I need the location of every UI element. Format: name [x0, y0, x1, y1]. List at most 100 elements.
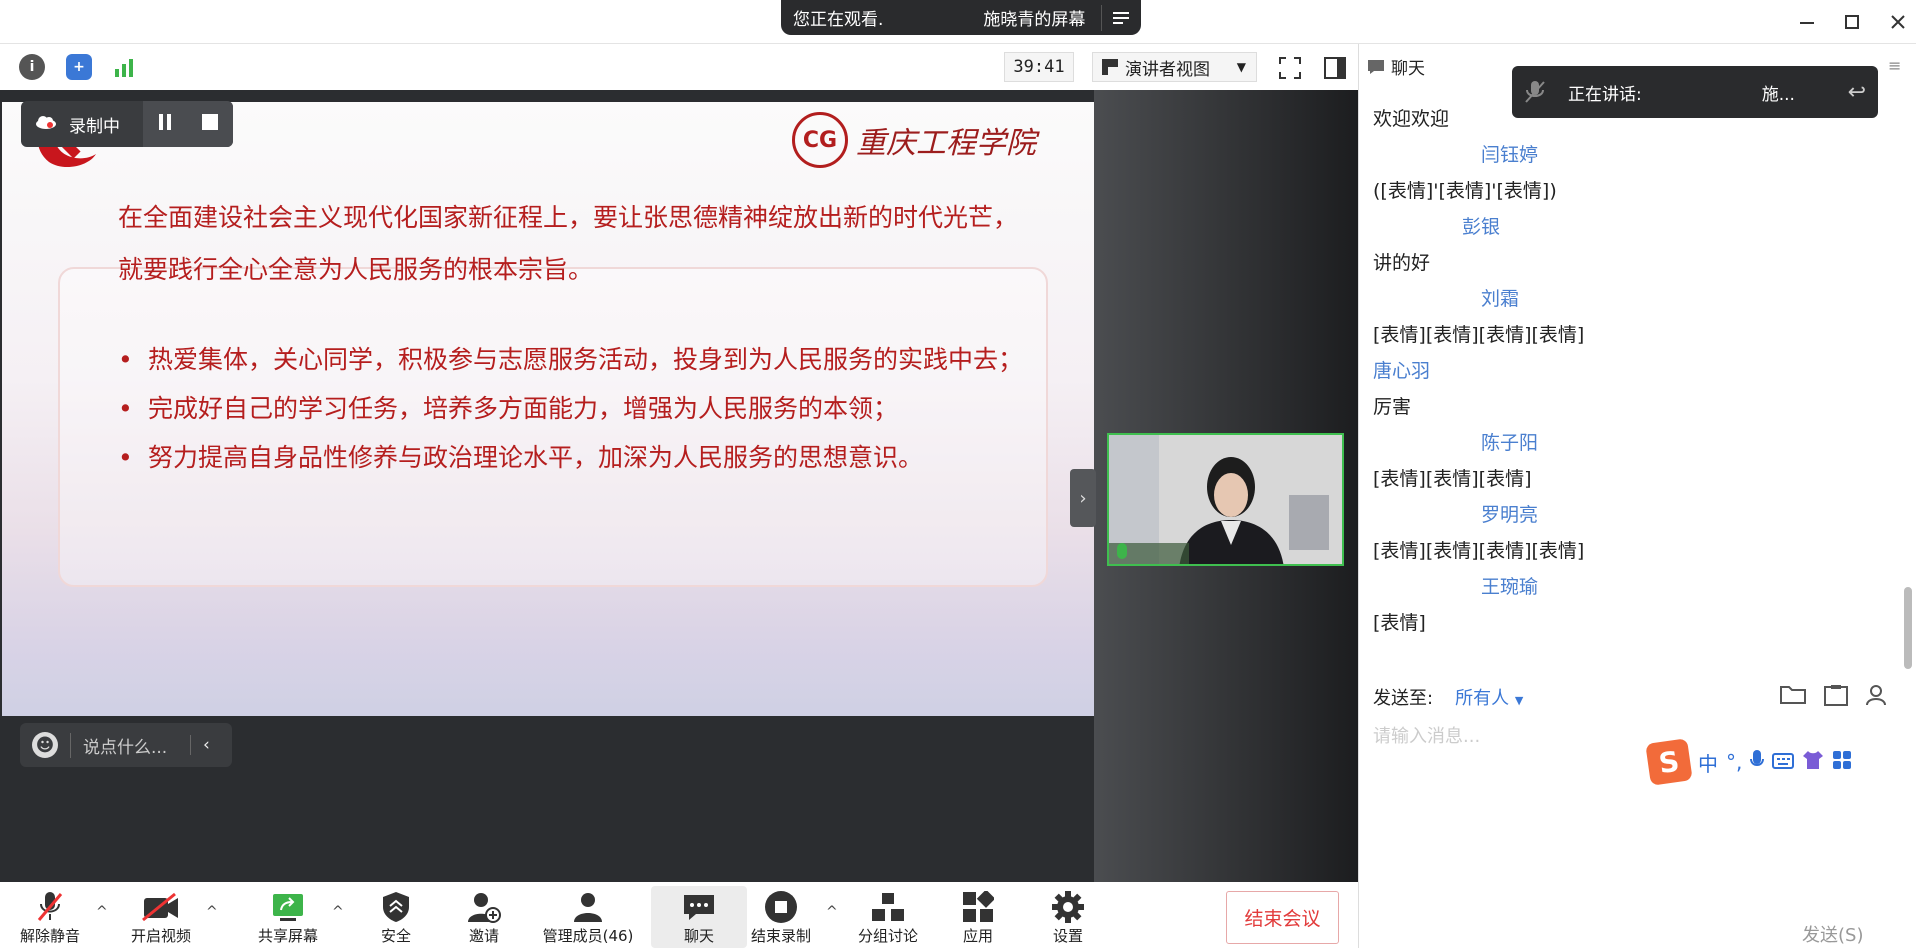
layout-icon [1102, 59, 1118, 75]
end-meeting-button[interactable]: 结束会议 [1226, 891, 1339, 944]
reply-icon[interactable]: ↩ [1848, 80, 1866, 105]
chevron-up-icon[interactable]: ^ [96, 904, 108, 920]
chat-message: 欢迎欢迎 [1373, 108, 1450, 130]
message-input[interactable]: 请输入消息... [1373, 722, 1480, 748]
ime-language[interactable]: 中 [1698, 748, 1718, 777]
hamburger-icon[interactable] [1101, 4, 1129, 31]
chevron-up-icon[interactable]: ^ [332, 904, 344, 920]
share-screen-icon [272, 889, 304, 925]
more-menu-icon[interactable]: ≡ [1888, 56, 1901, 75]
chat-sender[interactable]: 彭银 [1462, 212, 1500, 239]
signal-icon[interactable] [112, 54, 138, 80]
stop-record-icon [764, 889, 798, 925]
slide-bullet: 努力提高自身品性修养与政治理论水平，加深为人民服务的思想意识。 [118, 433, 1058, 482]
chat-message: ([表情]'[表情]'[表情]) [1373, 180, 1557, 202]
chat-sender[interactable]: 刘霜 [1481, 284, 1519, 311]
smile-icon[interactable]: ☻ [32, 732, 58, 758]
caret-down-icon: ▼ [1514, 694, 1524, 707]
mic-off-icon [1525, 81, 1545, 103]
security-button[interactable]: 安全 [348, 886, 444, 948]
participant-video[interactable] [1107, 433, 1344, 566]
camera-off-icon [141, 889, 181, 925]
security-label: 安全 [380, 927, 411, 945]
slide-intro-text: 在全面建设社会主义现代化国家新征程上，要让张思德精神绽放出新的时代光芒，就要践行… [118, 203, 1019, 284]
info-icon[interactable]: i [19, 54, 45, 80]
settings-icon [1051, 889, 1085, 925]
keyboard-icon[interactable] [1772, 750, 1795, 774]
stop-icon[interactable] [201, 113, 219, 136]
chat-message: [表情][表情][表情][表情] [1373, 324, 1585, 346]
shield-icon[interactable]: + [66, 54, 92, 80]
apps-button[interactable]: 应用 [930, 886, 1026, 948]
settings-label: 设置 [1052, 927, 1083, 945]
apps-icon [962, 889, 994, 925]
speaking-name: 施... [1761, 84, 1795, 105]
send-to-select[interactable]: 所有人 ▼ [1455, 684, 1523, 710]
mic-off-icon [35, 889, 65, 925]
chat-icon [1368, 59, 1384, 74]
send-button[interactable]: 发送(S) [1802, 921, 1863, 947]
send-to-row: 发送至: 所有人 ▼ [1373, 684, 1523, 710]
pause-icon[interactable] [157, 113, 173, 136]
start-video-button[interactable]: 开启视频 [113, 886, 209, 948]
chat-scrollbar[interactable] [1904, 587, 1912, 669]
breakout-button[interactable]: 分组讨论 [840, 886, 936, 948]
viewing-banner[interactable]: 您正在观看. 施晓青的屏幕 [781, 0, 1141, 35]
view-mode-label: 演讲者视图 [1125, 59, 1210, 80]
chat-tools [1780, 684, 1890, 711]
collapse-panel-button[interactable]: › [1070, 469, 1096, 527]
breakout-label: 分组讨论 [857, 927, 918, 945]
announcement-icon[interactable] [1824, 684, 1848, 711]
chat-sender[interactable]: 唐心羽 [1373, 356, 1430, 383]
invite-button[interactable]: 邀请 [436, 886, 532, 948]
skin-icon[interactable] [1802, 750, 1824, 775]
meeting-timer: 39:41 [1004, 52, 1074, 82]
chat-sender[interactable]: 陈子阳 [1481, 428, 1538, 455]
chat-sender[interactable]: 王琬瑜 [1481, 572, 1538, 599]
maximize-icon[interactable] [1838, 8, 1866, 36]
view-mode-select[interactable]: 演讲者视图 ▼ [1092, 52, 1257, 82]
chat-sender[interactable]: 闫钰婷 [1481, 140, 1538, 167]
invite-label: 邀请 [468, 927, 499, 945]
user-options-icon[interactable] [1866, 684, 1890, 711]
chat-title: 聊天 [1367, 54, 1425, 79]
voice-input-icon[interactable] [1750, 749, 1765, 776]
chat-message: 讲的好 [1373, 252, 1431, 274]
share-screen-button[interactable]: 共享屏幕 [240, 886, 336, 948]
slide-bullet: 完成好自己的学习任务，培养多方面能力，增强为人民服务的本领； [118, 384, 1058, 433]
share-screen-label: 共享屏幕 [257, 927, 318, 945]
reaction-input[interactable]: ☻ 说点什么... ‹ [20, 723, 232, 767]
viewing-prefix: 您正在观看. [793, 10, 884, 30]
slide-bullet: 热爱集体，关心同学，积极参与志愿服务活动，投身到为人民服务的实践中去； [118, 335, 1058, 384]
punctuation-icon[interactable]: °, [1726, 750, 1742, 774]
chat-message: [表情][表情][表情][表情] [1373, 540, 1585, 562]
sogou-ime-icon[interactable]: S [1645, 738, 1693, 786]
fullscreen-icon[interactable] [1277, 55, 1303, 81]
chevron-down-icon: ▼ [1236, 60, 1246, 74]
stop-recording-label: 结束录制 [750, 927, 811, 945]
manage-members-label: 管理成员(46) [542, 927, 634, 945]
stop-recording-button[interactable]: 结束录制 [733, 886, 829, 948]
mic-on-icon [1117, 543, 1127, 559]
speaking-label: 正在讲话: [1568, 84, 1642, 105]
ime-toolbar: S 中 °, [1645, 738, 1916, 786]
chevron-up-icon[interactable]: ^ [826, 904, 838, 920]
settings-button[interactable]: 设置 [1020, 886, 1116, 948]
chat-title-label: 聊天 [1391, 59, 1425, 79]
manage-members-button[interactable]: 管理成员(46) [540, 886, 636, 948]
minimize-icon[interactable] [1793, 8, 1821, 36]
cloud-icon [31, 114, 61, 134]
school-seal-icon: CG [792, 112, 848, 168]
recording-indicator: 录制中 [21, 101, 233, 147]
chat-message: [表情] [1373, 612, 1426, 634]
sidebar-icon[interactable] [1322, 55, 1348, 81]
toolbox-icon[interactable] [1832, 750, 1852, 775]
close-icon[interactable] [1884, 8, 1912, 36]
chat-sender[interactable]: 罗明亮 [1481, 500, 1538, 527]
chat-message: [表情][表情][表情] [1373, 468, 1532, 490]
school-name: 重庆工程学院 [856, 126, 1036, 161]
chevron-up-icon[interactable]: ^ [206, 904, 218, 920]
folder-icon[interactable] [1780, 684, 1806, 711]
chevron-left-icon[interactable]: ‹ [190, 735, 210, 755]
unmute-button[interactable]: 解除静音 [2, 886, 98, 948]
